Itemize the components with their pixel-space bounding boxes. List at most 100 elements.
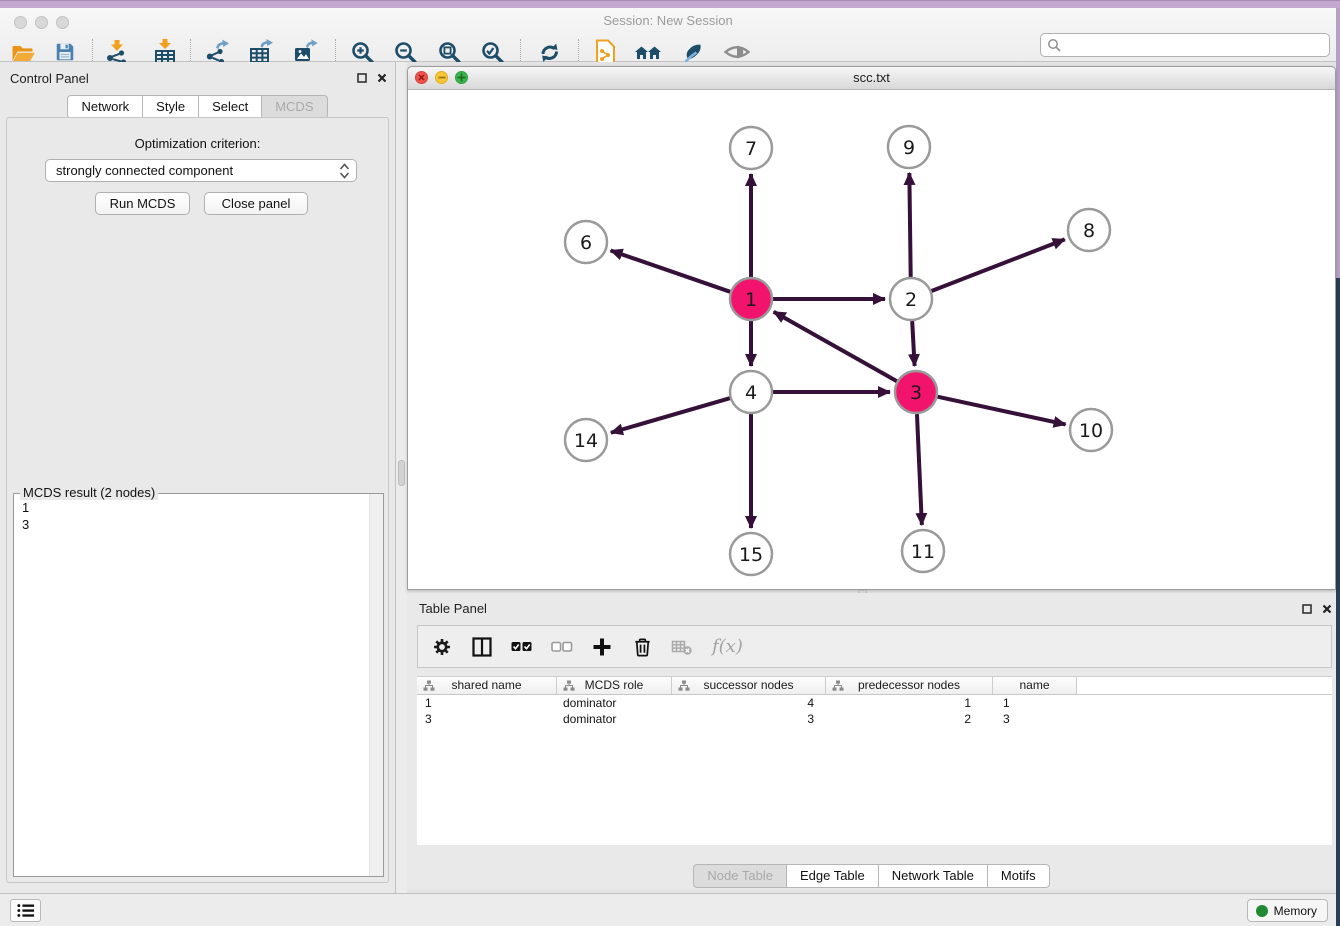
column-header-predecessor-nodes[interactable]: predecessor nodes <box>826 677 993 694</box>
column-header-shared-name[interactable]: shared name <box>417 677 557 694</box>
graph-node-label-4: 4 <box>745 382 757 404</box>
column-header-mcds-role[interactable]: MCDS role <box>557 677 672 694</box>
cell-shared-name[interactable]: 3 <box>417 711 557 727</box>
hierarchy-icon <box>832 680 844 692</box>
plus-icon <box>591 636 613 658</box>
cell-successor-nodes[interactable]: 4 <box>672 695 826 711</box>
mcds-result-title: MCDS result (2 nodes) <box>20 485 158 500</box>
save-icon <box>54 41 76 63</box>
memory-status-icon <box>1256 905 1268 917</box>
graph-edge-1-6[interactable] <box>611 250 731 291</box>
graph-edge-2-8[interactable] <box>932 239 1065 291</box>
apply-function-button[interactable]: f(x) <box>710 635 743 659</box>
criterion-dropdown[interactable]: strongly connected component <box>45 159 357 182</box>
criterion-value: strongly connected component <box>56 163 339 178</box>
memory-button[interactable]: Memory <box>1247 899 1328 922</box>
cell-name[interactable]: 3 <box>993 711 1077 727</box>
dropdown-stepper-icon <box>339 163 350 179</box>
search-field[interactable] <box>1040 33 1330 57</box>
tab-style[interactable]: Style <box>142 95 199 119</box>
graph-edge-3-10[interactable] <box>937 397 1065 425</box>
column-header-name[interactable]: name <box>993 677 1077 694</box>
close-panel-button[interactable]: Close panel <box>204 192 308 215</box>
cell-mcds-role[interactable]: dominator <box>557 695 672 711</box>
memory-label: Memory <box>1274 904 1317 918</box>
tab-select[interactable]: Select <box>198 95 262 119</box>
graph-edge-3-11[interactable] <box>917 414 922 525</box>
cell-predecessor-nodes[interactable]: 2 <box>826 711 993 727</box>
eye-icon <box>724 41 750 63</box>
zoom-selected-icon <box>480 40 505 65</box>
table-row[interactable]: 1 dominator 4 1 1 <box>417 695 1332 711</box>
checked-boxes-icon <box>511 636 533 658</box>
result-item[interactable]: 1 <box>22 499 383 516</box>
tab-mcds[interactable]: MCDS <box>261 95 327 119</box>
float-panel-icon[interactable] <box>355 71 369 85</box>
zoom-in-icon <box>350 40 375 65</box>
gear-icon <box>431 636 453 658</box>
network-window-titlebar[interactable]: scc.txt <box>408 67 1335 90</box>
splitter-handle[interactable] <box>398 460 405 486</box>
workspace-area: scc.txt 7968124314101511 Table Panel <box>407 62 1336 893</box>
graph-node-label-1: 1 <box>745 289 757 311</box>
cell-mcds-role[interactable]: dominator <box>557 711 672 727</box>
table-row[interactable]: 3 dominator 3 2 3 <box>417 711 1332 727</box>
control-panel-tabs: Network Style Select MCDS <box>0 95 395 119</box>
background-window-edge <box>1336 8 1340 278</box>
close-panel-icon[interactable] <box>1320 602 1334 616</box>
close-view-button[interactable] <box>415 71 428 84</box>
graph-node-label-8: 8 <box>1083 220 1095 242</box>
result-item[interactable]: 3 <box>22 516 383 533</box>
graph-node-label-2: 2 <box>905 289 917 311</box>
tab-motifs[interactable]: Motifs <box>987 864 1050 888</box>
graph-node-label-15: 15 <box>739 544 763 566</box>
select-all-button[interactable] <box>510 635 534 659</box>
tab-network-table[interactable]: Network Table <box>878 864 988 888</box>
desktop-background-edge <box>1336 278 1340 926</box>
cell-name[interactable]: 1 <box>993 695 1077 711</box>
graph-edge-3-1[interactable] <box>774 312 897 381</box>
graph-node-label-6: 6 <box>580 232 592 254</box>
refresh-icon <box>537 40 562 65</box>
maximize-view-button[interactable] <box>455 71 468 84</box>
delete-column-button[interactable] <box>630 635 654 659</box>
hierarchy-icon <box>563 680 575 692</box>
tab-network[interactable]: Network <box>67 95 143 119</box>
result-scrollbar[interactable] <box>369 494 383 876</box>
delete-table-button[interactable] <box>670 635 694 659</box>
add-column-button[interactable] <box>590 635 614 659</box>
graph-edge-4-14[interactable] <box>611 398 730 433</box>
graph-node-label-3: 3 <box>910 382 922 404</box>
tab-node-table[interactable]: Node Table <box>693 864 787 888</box>
graph-edge-2-3[interactable] <box>912 321 914 366</box>
window-chrome: Session: New Session <box>0 8 1336 62</box>
table-settings-button[interactable] <box>430 635 454 659</box>
float-panel-icon[interactable] <box>1300 602 1314 616</box>
trash-icon <box>632 636 653 658</box>
graph-node-label-9: 9 <box>903 137 915 159</box>
application-window: Session: New Session <box>0 8 1336 926</box>
deselect-all-button[interactable] <box>550 635 574 659</box>
cell-successor-nodes[interactable]: 3 <box>672 711 826 727</box>
split-panel-button[interactable] <box>470 635 494 659</box>
task-history-button[interactable] <box>10 899 41 922</box>
close-panel-icon[interactable] <box>375 71 389 85</box>
table-header: shared name MCDS role successor nodes pr… <box>417 676 1332 695</box>
graph-node-label-7: 7 <box>745 138 757 160</box>
column-header-successor-nodes[interactable]: successor nodes <box>672 677 826 694</box>
network-canvas[interactable]: 7968124314101511 <box>408 90 1335 590</box>
minimize-view-button[interactable] <box>435 71 448 84</box>
cell-predecessor-nodes[interactable]: 1 <box>826 695 993 711</box>
list-icon <box>16 902 36 919</box>
mcds-result-box: MCDS result (2 nodes) 1 3 <box>13 493 384 877</box>
node-table: shared name MCDS role successor nodes pr… <box>417 676 1332 845</box>
tab-edge-table[interactable]: Edge Table <box>786 864 879 888</box>
run-mcds-button[interactable]: Run MCDS <box>95 192 190 215</box>
hierarchy-icon <box>423 680 435 692</box>
graph-node-label-14: 14 <box>574 430 598 452</box>
network-window-title: scc.txt <box>408 67 1335 88</box>
background-window-strip <box>0 0 1340 8</box>
cell-shared-name[interactable]: 1 <box>417 695 557 711</box>
search-input[interactable] <box>1062 37 1329 53</box>
graph-edge-2-9[interactable] <box>909 173 910 277</box>
